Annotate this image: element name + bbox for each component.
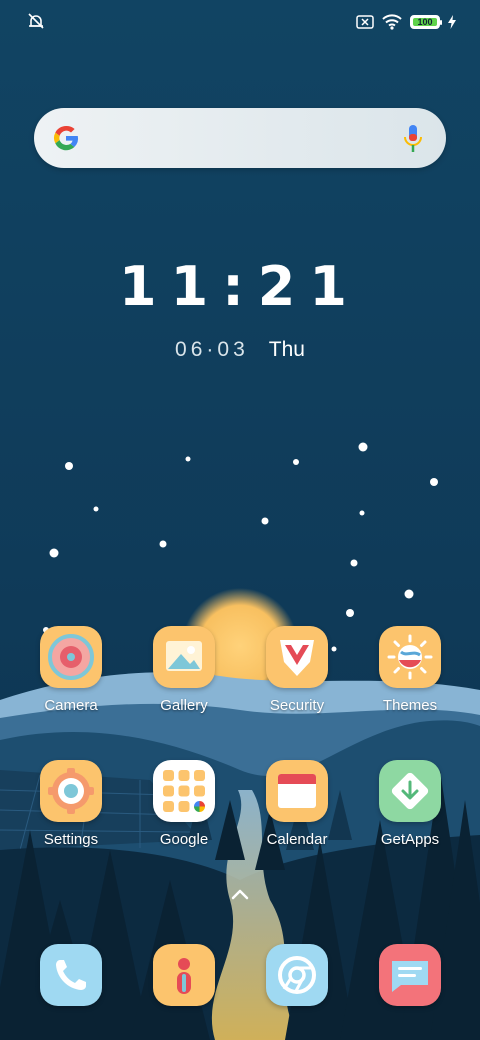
clock-time[interactable]: 11:21 xyxy=(0,255,480,318)
status-bar: 100 xyxy=(0,0,480,44)
camera-icon xyxy=(40,626,102,688)
app-themes[interactable]: Themes xyxy=(360,626,460,714)
phone-icon xyxy=(40,944,102,1006)
contacts-icon xyxy=(153,944,215,1006)
themes-icon xyxy=(379,626,441,688)
dock-contacts[interactable] xyxy=(134,944,234,1006)
dock-phone[interactable] xyxy=(21,944,121,1006)
app-label: GetApps xyxy=(380,831,440,848)
app-google-folder[interactable]: Google xyxy=(134,760,234,848)
dock-messages[interactable] xyxy=(360,944,460,1006)
clock-date: 06·03 xyxy=(175,338,249,361)
date-row[interactable]: 06·03 Thu xyxy=(0,338,480,362)
sim-error-icon xyxy=(356,15,374,29)
calendar-icon xyxy=(266,760,328,822)
charging-bolt-icon xyxy=(448,15,456,29)
google-g-icon xyxy=(54,125,79,151)
battery-icon: 100 xyxy=(410,15,442,29)
app-label: Settings xyxy=(43,831,99,848)
app-label: Gallery xyxy=(160,697,208,714)
app-label: Camera xyxy=(44,697,98,714)
app-label: Security xyxy=(269,697,325,714)
battery-level: 100 xyxy=(417,17,433,27)
google-search-bar[interactable] xyxy=(34,108,446,168)
security-icon xyxy=(266,626,328,688)
app-settings[interactable]: Settings xyxy=(21,760,121,848)
app-label: Themes xyxy=(382,697,438,714)
app-label: Calendar xyxy=(266,831,328,848)
app-label: Google xyxy=(159,831,209,848)
microphone-icon[interactable] xyxy=(402,124,424,154)
gallery-icon xyxy=(153,626,215,688)
google-folder-icon xyxy=(153,760,215,822)
app-gallery[interactable]: Gallery xyxy=(134,626,234,714)
dock-chrome[interactable] xyxy=(247,944,347,1006)
app-getapps[interactable]: GetApps xyxy=(360,760,460,848)
getapps-icon xyxy=(379,760,441,822)
clock-weekday: Thu xyxy=(268,338,305,361)
app-calendar[interactable]: Calendar xyxy=(247,760,347,848)
settings-icon xyxy=(40,760,102,822)
chrome-icon xyxy=(266,944,328,1006)
wifi-icon xyxy=(382,14,402,30)
chevron-up-icon[interactable] xyxy=(228,886,252,902)
alarm-off-icon xyxy=(28,13,44,29)
app-security[interactable]: Security xyxy=(247,626,347,714)
app-camera[interactable]: Camera xyxy=(21,626,121,714)
messages-icon xyxy=(379,944,441,1006)
